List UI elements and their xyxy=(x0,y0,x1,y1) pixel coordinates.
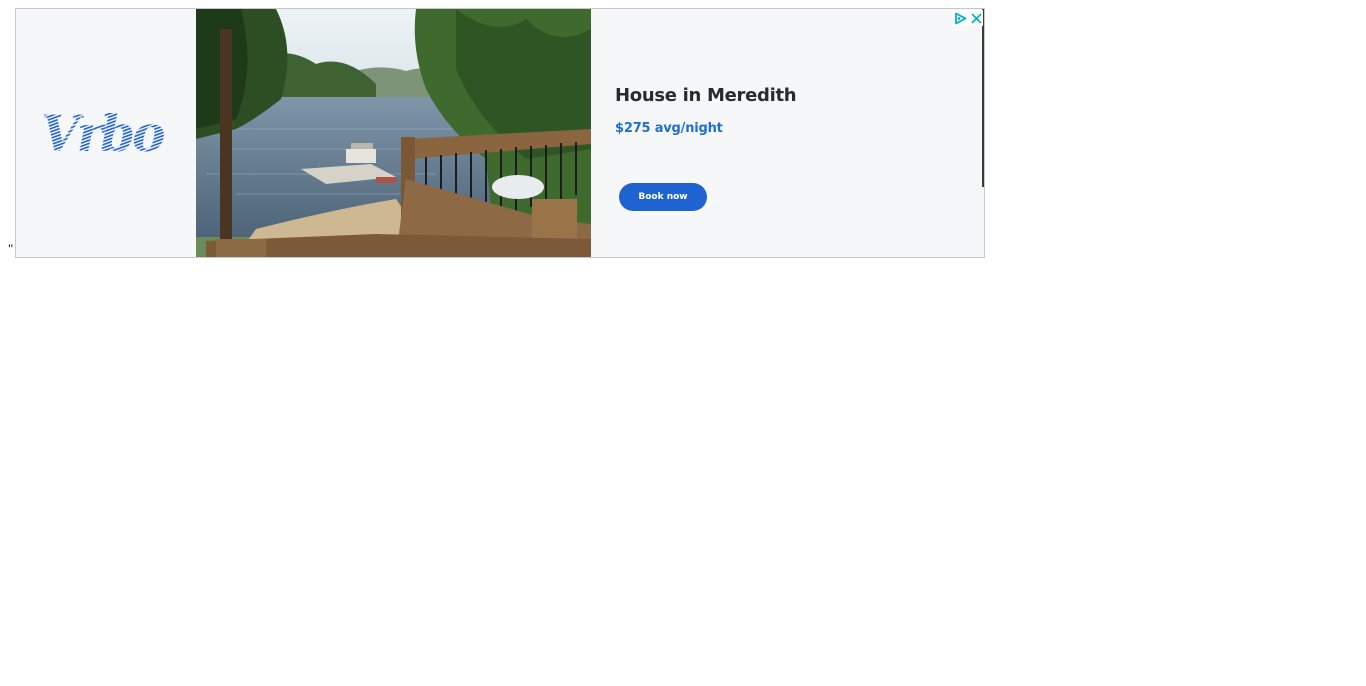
stray-quote-text: " xyxy=(8,241,14,256)
panel-edge-divider xyxy=(982,9,984,187)
listing-details: House in Meredith $275 avg/night Book no… xyxy=(591,9,984,257)
listing-title[interactable]: House in Meredith xyxy=(615,85,797,106)
adchoices-triangle-icon[interactable] xyxy=(954,12,967,25)
vrbo-display-ad[interactable]: Vrbo House in Meredith $275 avg/night Bo… xyxy=(15,8,985,258)
adchoices-badge[interactable] xyxy=(953,10,983,26)
svg-text:Vrbo: Vrbo xyxy=(41,109,164,157)
listing-photo[interactable] xyxy=(196,9,591,257)
lake-house-photo xyxy=(196,9,591,257)
brand-logo-panel[interactable]: Vrbo xyxy=(16,9,196,257)
book-now-button[interactable]: Book now xyxy=(619,183,707,211)
vrbo-logo-icon: Vrbo xyxy=(41,109,167,157)
listing-price[interactable]: $275 avg/night xyxy=(615,121,723,136)
close-icon[interactable] xyxy=(971,13,982,24)
